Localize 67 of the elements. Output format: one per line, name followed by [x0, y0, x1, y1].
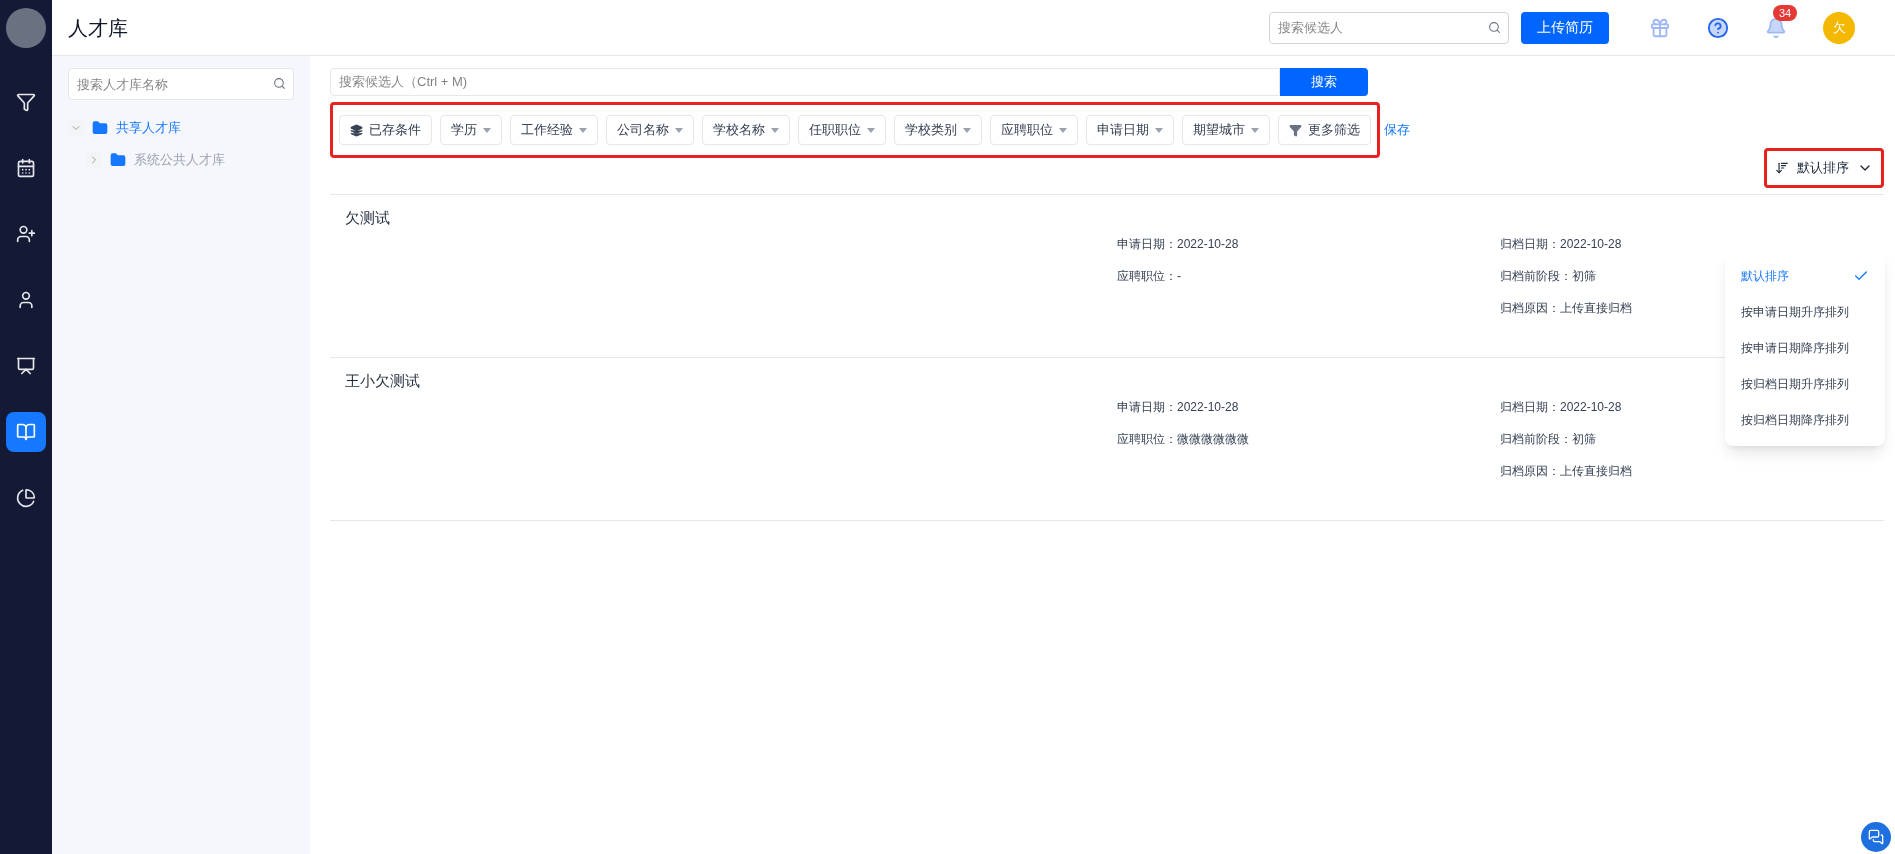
user-icon: [16, 290, 36, 310]
candidate-name[interactable]: 欠测试: [345, 207, 1869, 230]
filter-button[interactable]: 学校名称: [702, 115, 790, 145]
book-icon: [16, 422, 36, 442]
tree-item[interactable]: 共享人才库: [116, 118, 181, 138]
filter-button[interactable]: 应聘职位: [990, 115, 1078, 145]
sort-option[interactable]: 按申请日期降序排列: [1725, 330, 1885, 366]
candidate-field: 归档日期：2022-10-28: [1500, 398, 1632, 416]
candidate-field: 应聘职位：-: [1117, 267, 1239, 285]
caret-icon: [483, 127, 491, 133]
upload-button[interactable]: 上传简历: [1521, 11, 1609, 44]
save-link[interactable]: 保存: [1384, 120, 1410, 140]
folder-icon: [92, 120, 108, 136]
sort-option[interactable]: 按归档日期升序排列: [1725, 366, 1885, 402]
user-add-icon: [16, 224, 36, 244]
filter-button[interactable]: 期望城市: [1182, 115, 1270, 145]
chat-button[interactable]: [1861, 822, 1891, 852]
filter-button[interactable]: 学历: [440, 115, 502, 145]
funnel-icon: [1289, 123, 1302, 137]
candidate-field: 归档前阶段：初筛: [1500, 430, 1632, 448]
photo-placeholder[interactable]: [6, 8, 46, 48]
candidate-field: 归档原因：上传直接归档: [1500, 462, 1632, 480]
caret-icon: [1059, 127, 1067, 133]
help-icon[interactable]: [1707, 16, 1729, 39]
filter-button[interactable]: 学校类别: [894, 115, 982, 145]
filter-button[interactable]: 更多筛选: [1278, 115, 1371, 145]
caret-icon: [1251, 127, 1259, 133]
bell-icon[interactable]: [1765, 16, 1787, 39]
calendar-icon: [16, 158, 36, 178]
sort-option[interactable]: 按申请日期升序排列: [1725, 294, 1885, 330]
notification-badge: 34: [1773, 4, 1798, 21]
candidate-field: 归档日期：2022-10-28: [1500, 235, 1632, 253]
sort-button[interactable]: 默认排序: [1764, 148, 1884, 188]
caret-icon: [579, 127, 587, 133]
search-button[interactable]: 搜索: [1280, 68, 1368, 96]
funnel-icon: [16, 92, 36, 112]
caret-icon: [1155, 127, 1163, 133]
library-search-field[interactable]: 搜索人才库名称: [68, 68, 294, 100]
page-title: 人才库: [68, 15, 128, 41]
chat-icon: [1868, 829, 1884, 845]
presentation-icon: [16, 356, 36, 376]
layers-icon: [350, 123, 363, 137]
search-icon: [273, 77, 286, 90]
search-field[interactable]: 搜索候选人: [1269, 11, 1509, 44]
collapse-toggle[interactable]: [68, 120, 84, 136]
caret-icon: [771, 127, 779, 133]
sort-option[interactable]: 按归档日期降序排列: [1725, 402, 1885, 438]
candidate-search-field[interactable]: 搜索候选人（Ctrl + M): [330, 68, 1280, 96]
candidate-field: 归档原因：上传直接归档: [1500, 299, 1632, 317]
nav-item[interactable]: [6, 412, 46, 452]
candidate-field: 申请日期：2022-10-28: [1117, 398, 1249, 416]
sort-option[interactable]: 默认排序: [1725, 258, 1885, 294]
filter-button[interactable]: 申请日期: [1086, 115, 1174, 145]
candidate-field: 应聘职位：微微微微微微: [1117, 430, 1249, 448]
filter-button[interactable]: 公司名称: [606, 115, 694, 145]
caret-icon: [675, 127, 683, 133]
caret-icon: [867, 127, 875, 133]
candidate-field: 申请日期：2022-10-28: [1117, 235, 1239, 253]
filter-button[interactable]: 已存条件: [339, 115, 432, 145]
sort-icon: [1775, 161, 1789, 175]
filter-button[interactable]: 任职职位: [798, 115, 886, 145]
folder-icon: [110, 152, 126, 168]
caret-icon: [963, 127, 971, 133]
filter-button[interactable]: 工作经验: [510, 115, 598, 145]
search-icon: [1488, 20, 1501, 34]
candidate-field: 归档前阶段：初筛: [1500, 267, 1632, 285]
pie-chart-icon: [16, 488, 36, 508]
